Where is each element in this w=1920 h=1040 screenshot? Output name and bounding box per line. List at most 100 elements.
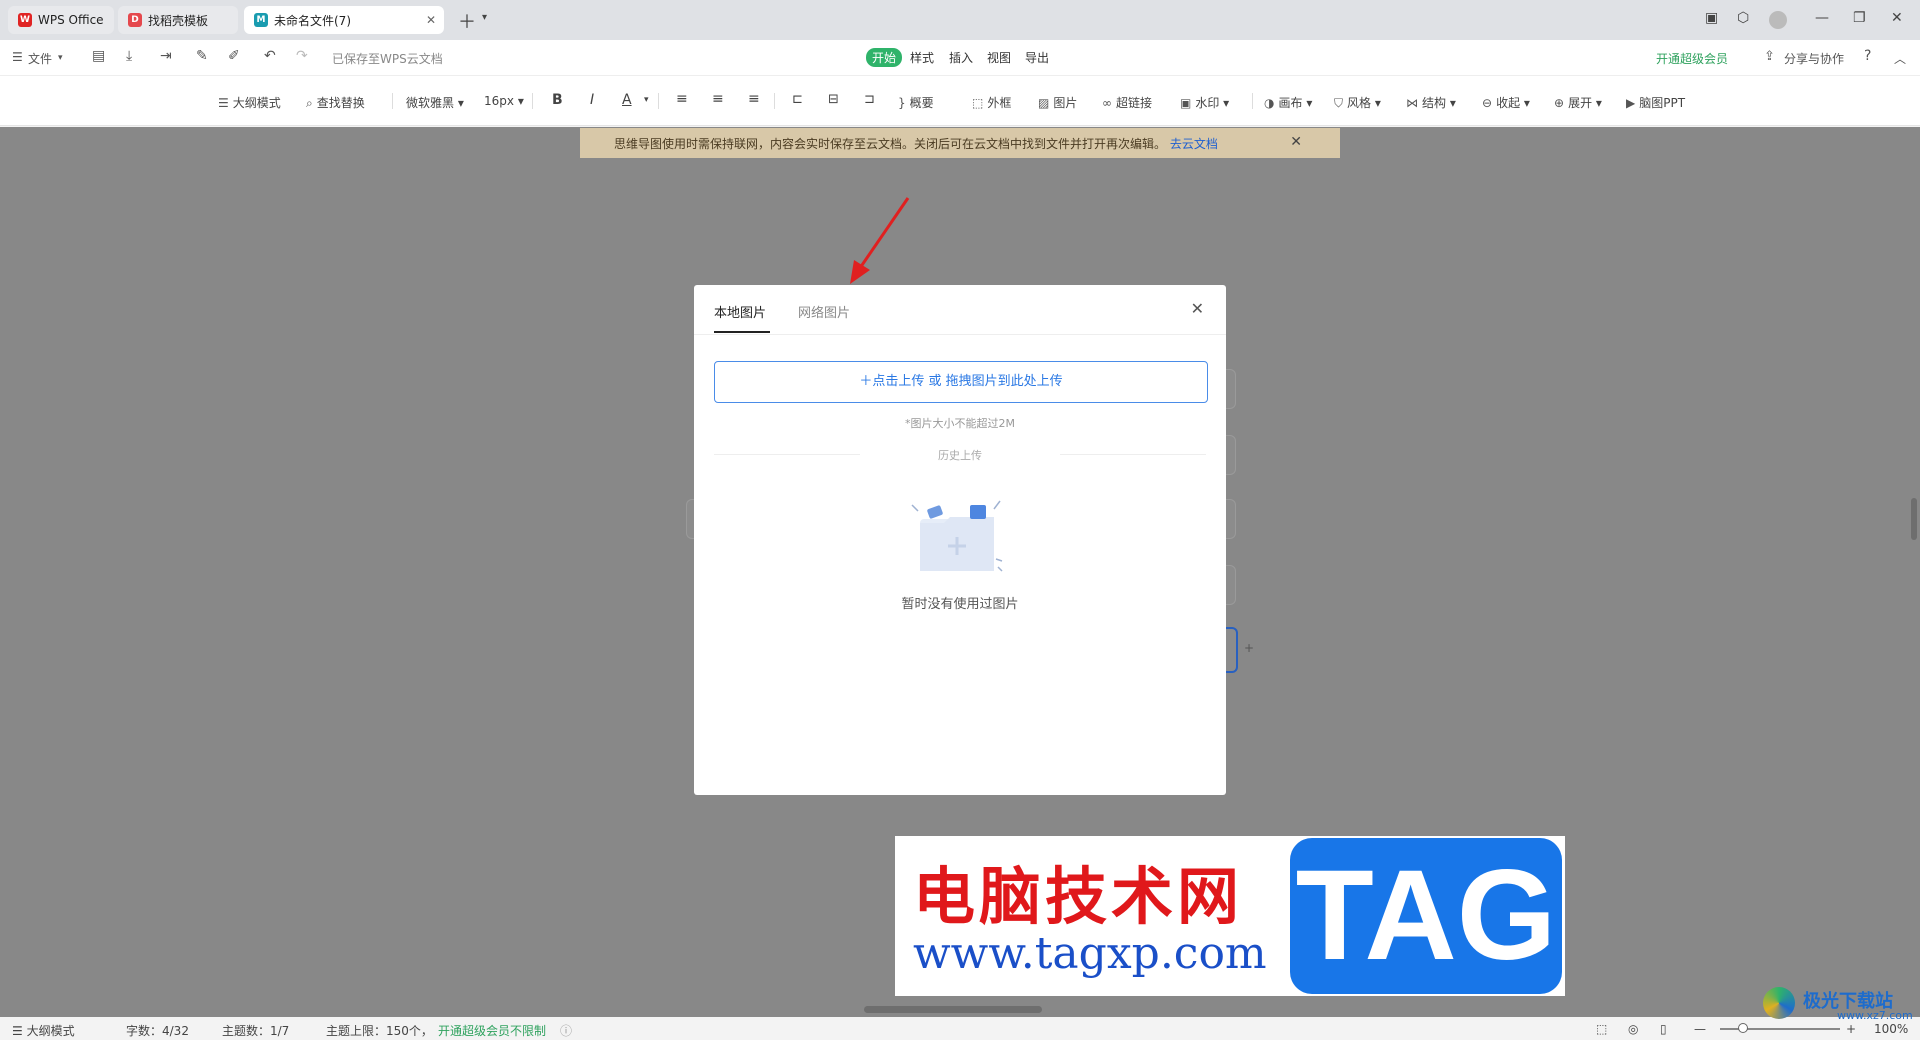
- zoom-slider-handle[interactable]: [1738, 1023, 1748, 1033]
- title-bar: W WPS Office D 找稻壳模板 M 未命名文件(7) ✕ ＋ ▾ ▣ …: [0, 0, 1920, 40]
- tab-templates[interactable]: D 找稻壳模板: [118, 6, 238, 34]
- tab-wps-office[interactable]: W WPS Office: [8, 6, 114, 34]
- watermark-button[interactable]: ▣ 水印 ▾: [1180, 94, 1229, 111]
- search-icon: ⌕: [306, 96, 313, 110]
- structure-icon: ⋈: [1406, 96, 1418, 110]
- locate-icon[interactable]: ◎: [1628, 1022, 1638, 1036]
- file-menu[interactable]: 文件: [28, 50, 52, 67]
- align-left-icon[interactable]: ≡: [676, 91, 688, 107]
- select-icon[interactable]: ⬚: [1596, 1022, 1607, 1036]
- book-icon[interactable]: ▯: [1660, 1022, 1667, 1036]
- vertical-scrollbar[interactable]: [1911, 498, 1917, 540]
- tab-style[interactable]: 样式: [910, 49, 934, 66]
- undo-icon[interactable]: ↶: [264, 48, 276, 64]
- vip-unlimited-link[interactable]: 开通超级会员不限制: [438, 1022, 546, 1039]
- toolbar: ☰ 大纲模式 ⌕ 查找替换 微软雅黑 ▾ 16px ▾ B I A ▾ ≡ ≡ ≡ …: [0, 76, 1920, 126]
- divider: [532, 93, 533, 109]
- zoom-in-icon[interactable]: +: [1846, 1022, 1856, 1036]
- watermark-title: 电脑技术网: [913, 860, 1244, 933]
- close-tab-icon[interactable]: ✕: [426, 13, 436, 27]
- chevron-down-icon[interactable]: ▾: [482, 12, 487, 23]
- image-button[interactable]: ▨ 图片: [1038, 94, 1077, 111]
- watermark-site-url: www.xz7.com: [1837, 1009, 1913, 1022]
- image-icon: ▨: [1038, 96, 1050, 110]
- save-status: 已保存至WPS云文档: [332, 52, 443, 66]
- frame-button[interactable]: ⬚ 外框: [972, 94, 1011, 111]
- add-node-icon[interactable]: +: [1244, 641, 1254, 655]
- horizontal-scrollbar[interactable]: [864, 1006, 1042, 1013]
- chevron-down-icon[interactable]: ▾: [644, 95, 649, 105]
- menu-icon[interactable]: ☰: [12, 50, 23, 64]
- collapse-button[interactable]: ⊖ 收起 ▾: [1482, 94, 1530, 111]
- outline-mode-button[interactable]: ☰ 大纲模式: [218, 94, 281, 111]
- palette-icon: ◑: [1264, 96, 1275, 110]
- info-icon[interactable]: ⓘ: [560, 1022, 572, 1039]
- frame-icon: ⬚: [972, 96, 984, 110]
- font-size-select[interactable]: 16px ▾: [484, 94, 524, 108]
- close-window-icon[interactable]: ✕: [1891, 10, 1903, 26]
- download-icon[interactable]: ⤓: [126, 48, 132, 64]
- outline-mode-status[interactable]: ☰ 大纲模式: [12, 1022, 75, 1039]
- align-center-icon[interactable]: ≡: [712, 91, 724, 107]
- ppt-icon: ▶: [1626, 96, 1636, 110]
- avatar[interactable]: [1769, 11, 1787, 29]
- tab-view[interactable]: 视图: [987, 49, 1011, 66]
- chevron-down-icon: ▾: [58, 53, 63, 63]
- upload-button[interactable]: ＋点击上传 或 拖拽图片到此处上传: [714, 361, 1208, 403]
- layout-icon[interactable]: ▣: [1705, 10, 1718, 26]
- close-dialog-icon[interactable]: ✕: [1191, 299, 1204, 318]
- structure-button[interactable]: ⋈ 结构 ▾: [1406, 94, 1456, 111]
- mindmap-ppt-button[interactable]: ▶ 脑图PPT: [1626, 94, 1685, 111]
- hyperlink-button[interactable]: ∞ 超链接: [1102, 94, 1152, 111]
- minimize-icon[interactable]: —: [1815, 10, 1829, 26]
- go-cloud-link[interactable]: 去云文档: [1170, 137, 1218, 151]
- find-replace-button[interactable]: ⌕ 查找替换: [306, 94, 365, 111]
- tab-web-image[interactable]: 网络图片: [798, 302, 850, 321]
- pen-icon[interactable]: ✐: [228, 48, 240, 64]
- cube-icon[interactable]: ⬡: [1737, 10, 1749, 26]
- save-icon[interactable]: ▤: [92, 48, 105, 64]
- tab-start[interactable]: 开始: [866, 48, 903, 67]
- help-icon[interactable]: ?: [1864, 48, 1871, 64]
- italic-button[interactable]: I: [590, 92, 594, 108]
- banner-text: 思维导图使用时需保持联网，内容会实时保存至云文档。关闭后可在云文档中找到文件并打…: [614, 137, 1167, 151]
- site-watermark: 电脑技术网 www.tagxp.com TAG: [895, 836, 1565, 996]
- tab-local-image[interactable]: 本地图片: [714, 302, 766, 321]
- export-icon[interactable]: ⇥: [160, 48, 172, 64]
- tab-insert[interactable]: 插入: [949, 49, 973, 66]
- new-tab-icon[interactable]: ＋: [458, 8, 476, 34]
- collapse-ribbon-icon[interactable]: ︿: [1894, 50, 1906, 67]
- aurora-logo-icon: [1763, 987, 1795, 1019]
- style-button[interactable]: ⛉ 风格 ▾: [1334, 94, 1381, 111]
- zoom-level: 100%: [1874, 1022, 1909, 1036]
- close-banner-icon[interactable]: ✕: [1290, 134, 1302, 150]
- divider: [774, 93, 775, 109]
- zoom-out-icon[interactable]: —: [1694, 1022, 1706, 1036]
- vip-button[interactable]: 开通超级会员: [1656, 50, 1728, 67]
- corner-watermark: 极光下载站 www.xz7.com: [1763, 985, 1913, 1023]
- annotation-arrow: [850, 197, 910, 284]
- share-button[interactable]: 分享与协作: [1784, 50, 1844, 67]
- empty-folder-icon: [911, 500, 1003, 572]
- restore-icon[interactable]: ❐: [1853, 10, 1866, 26]
- bold-button[interactable]: B: [552, 92, 563, 108]
- canvas-button[interactable]: ◑ 画布 ▾: [1264, 94, 1312, 111]
- expand-button[interactable]: ⊕ 展开 ▾: [1554, 94, 1602, 111]
- format-painter-icon[interactable]: ✎: [196, 48, 208, 64]
- tab-export[interactable]: 导出: [1025, 49, 1049, 66]
- insert-parent-icon[interactable]: ⊐: [864, 92, 875, 107]
- watermark-tag-logo: TAG: [1290, 838, 1562, 994]
- font-color-button[interactable]: A: [622, 92, 632, 108]
- redo-icon[interactable]: ↷: [296, 48, 308, 64]
- mindmap-icon: M: [254, 13, 268, 27]
- watermark-icon: ▣: [1180, 96, 1192, 110]
- tab-untitled-file[interactable]: M 未命名文件(7) ✕: [244, 6, 444, 34]
- align-right-icon[interactable]: ≡: [748, 91, 760, 107]
- insert-sibling-icon[interactable]: ⊟: [828, 92, 839, 107]
- summary-button[interactable]: } 概要: [898, 94, 934, 111]
- insert-child-icon[interactable]: ⊏: [792, 92, 803, 107]
- minus-circle-icon: ⊖: [1482, 96, 1493, 110]
- watermark-url: www.tagxp.com: [913, 928, 1267, 979]
- list-icon: ☰: [218, 96, 229, 110]
- font-select[interactable]: 微软雅黑 ▾: [406, 94, 464, 111]
